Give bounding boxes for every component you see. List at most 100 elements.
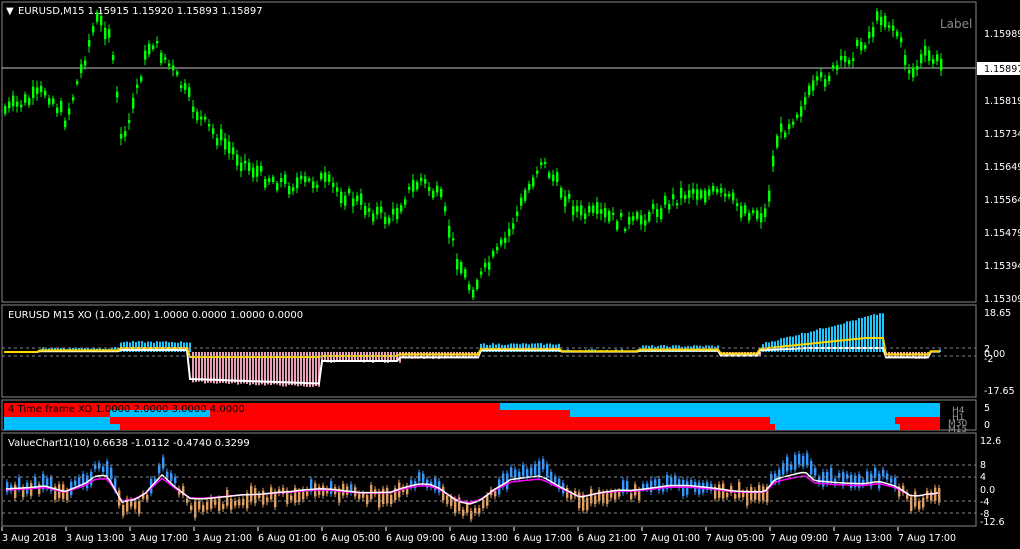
vc-candle	[650, 480, 653, 493]
vc-candle	[210, 497, 213, 509]
chart-window[interactable]: ▼ EURUSD,M15 1.15915 1.15920 1.15893 1.1…	[0, 0, 1020, 549]
candle-body	[316, 184, 319, 188]
vc-candle	[378, 491, 381, 508]
time-label: 6 Aug 09:00	[386, 533, 444, 544]
candle-body	[452, 238, 455, 241]
candle-body	[108, 29, 111, 38]
candle-body	[692, 188, 695, 194]
price-tick: 1.15309	[984, 294, 1020, 305]
time-label: 7 Aug 13:00	[834, 533, 892, 544]
candle-body	[432, 190, 435, 198]
candle-body	[204, 116, 207, 120]
candle-body	[800, 106, 803, 117]
candle-body	[180, 85, 183, 89]
candle-body	[156, 41, 159, 44]
candle-body	[924, 45, 927, 56]
vc-magenta-line	[5, 475, 939, 504]
vc-candle	[106, 461, 109, 478]
vc-candle	[598, 490, 601, 502]
candle-body	[332, 182, 335, 188]
xo-tick: 18.65	[984, 308, 1011, 319]
candle-body	[636, 212, 639, 220]
candle-body	[704, 190, 707, 203]
time-label: 6 Aug 05:00	[322, 533, 380, 544]
vc-candle	[614, 491, 617, 500]
vc-candle	[330, 481, 333, 494]
vc-candle	[750, 486, 753, 501]
candle-body	[504, 237, 507, 243]
tf-block	[210, 403, 500, 410]
candle-body	[20, 104, 23, 108]
candle-body	[700, 190, 703, 199]
vc-candle	[422, 473, 425, 483]
price-tick: 1.15734	[984, 129, 1020, 140]
candle-body	[436, 185, 439, 193]
candle-body	[408, 187, 411, 190]
candle-body	[940, 58, 943, 71]
candle-body	[840, 55, 843, 61]
vc-candle	[494, 490, 497, 497]
vc-candle	[222, 504, 225, 509]
tf-block	[570, 417, 770, 424]
candle-body	[344, 195, 347, 206]
vc-candle	[686, 481, 689, 495]
candle-body	[160, 52, 163, 64]
vc-candle	[842, 472, 845, 487]
candle-body	[528, 183, 531, 191]
candle-body	[520, 197, 523, 206]
vc-tick: 0.0	[980, 485, 995, 496]
vc-candle	[846, 474, 849, 479]
vc-candle	[630, 493, 633, 500]
vc-candle	[938, 488, 941, 503]
candle-body	[364, 205, 367, 216]
vc-candle	[538, 461, 541, 478]
candle-body	[564, 196, 567, 207]
object-label[interactable]: Label	[940, 17, 972, 31]
candle-body	[264, 178, 267, 188]
vc-candle	[606, 492, 609, 504]
xo-bar	[879, 313, 881, 352]
candle-body	[44, 90, 47, 96]
vc-candle	[474, 508, 477, 514]
candle-body	[832, 65, 835, 69]
candle-body	[368, 208, 371, 212]
candle-body	[8, 101, 11, 109]
candle-body	[684, 195, 687, 200]
candle-body	[348, 188, 351, 194]
candle-body	[712, 185, 715, 192]
candle-body	[300, 175, 303, 180]
candle-body	[252, 167, 255, 178]
candle-body	[400, 205, 403, 212]
candle-body	[744, 205, 747, 214]
candle-body	[188, 87, 191, 97]
dropdown-triangle-icon[interactable]: ▼	[6, 6, 14, 17]
candle-body	[424, 179, 427, 184]
candle-body	[748, 212, 751, 221]
candle-body	[276, 183, 279, 191]
candle-body	[764, 208, 767, 218]
candle-body	[172, 65, 175, 71]
tf-tick: 0	[984, 420, 990, 431]
candle-body	[336, 187, 339, 192]
candle-body	[760, 213, 763, 223]
xo-tick: -17.65	[984, 386, 1015, 397]
vc-candle	[530, 467, 533, 476]
candle-body	[292, 187, 295, 192]
candle-body	[40, 85, 43, 93]
candle-body	[552, 174, 555, 182]
vc-candle	[74, 480, 77, 486]
vc-candle	[642, 484, 645, 489]
candle-body	[48, 98, 51, 105]
price-tick: 1.15819	[984, 96, 1020, 107]
candle-body	[740, 205, 743, 218]
candle-body	[388, 217, 391, 224]
xo-bar	[876, 314, 878, 352]
price-axis: 1.15989 1.15819 1.15734 1.15649 1.15564 …	[977, 29, 1020, 305]
candle-body	[92, 26, 95, 33]
time-label: 6 Aug 21:00	[578, 533, 636, 544]
candle-body	[896, 31, 899, 37]
candle-body	[616, 221, 619, 230]
candle-body	[128, 120, 131, 123]
time-label: 3 Aug 17:00	[130, 533, 188, 544]
candle-body	[688, 190, 691, 198]
